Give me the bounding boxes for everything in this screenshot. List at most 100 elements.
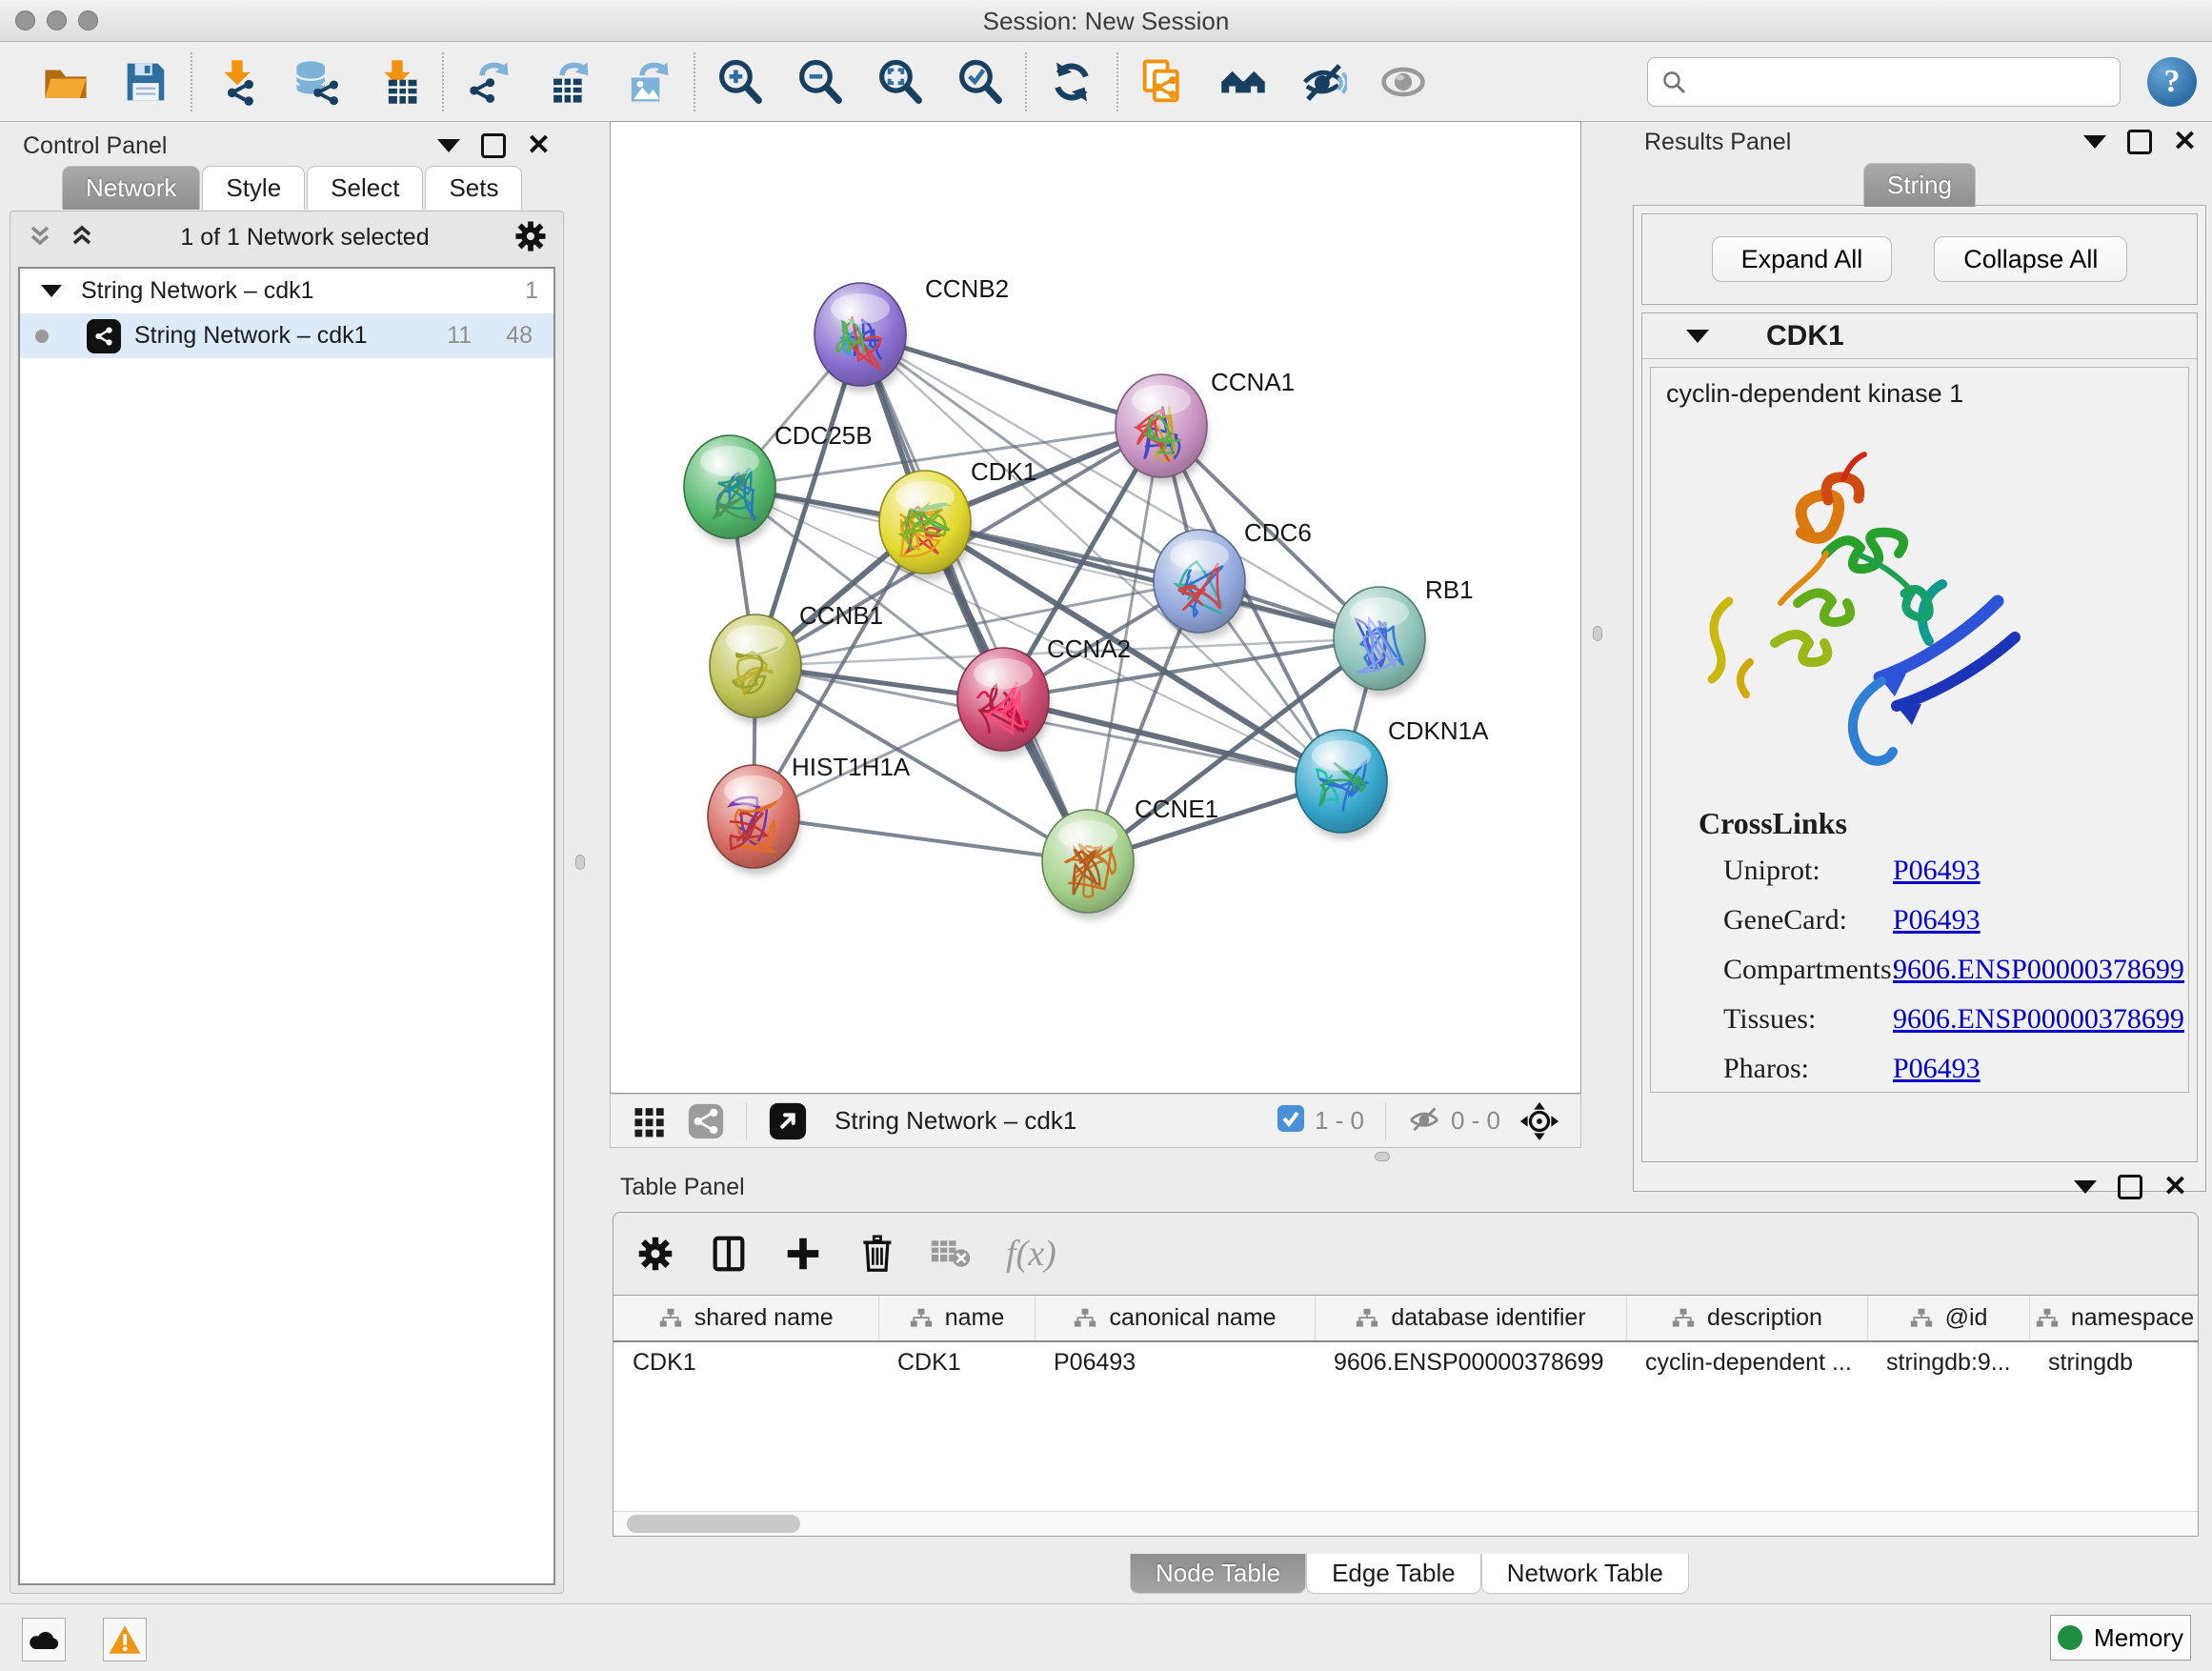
column-header-database-identifier[interactable]: database identifier <box>1315 1296 1626 1341</box>
save-session-button[interactable] <box>118 52 173 111</box>
right-splitter-handle[interactable] <box>1593 626 1602 641</box>
crosslink-link[interactable]: 9606.ENSP00000378699 <box>1893 954 2184 986</box>
network-node-HIST1H1A[interactable]: HIST1H1A <box>708 753 911 875</box>
network-node-CDC25B[interactable]: CDC25B <box>684 421 873 545</box>
table-cell[interactable]: P06493 <box>1035 1341 1315 1383</box>
table-panel-float-button[interactable] <box>2118 1175 2142 1199</box>
toolbar-group <box>1136 52 1431 111</box>
zoom-selected-button[interactable] <box>953 52 1008 111</box>
table-cell[interactable]: CDK1 <box>613 1341 878 1383</box>
network-node-CCNB2[interactable]: CCNB2 <box>814 274 1009 393</box>
cloud-status-button[interactable] <box>22 1618 66 1661</box>
create-column-button[interactable] <box>783 1234 823 1274</box>
crosslink-link[interactable]: P06493 <box>1893 855 1981 887</box>
selected-checkbox-icon[interactable] <box>1277 1104 1305 1137</box>
export-image-button[interactable] <box>621 52 676 111</box>
new-network-from-selection-button[interactable] <box>1136 52 1191 111</box>
search-box[interactable] <box>1647 57 2121 107</box>
tab-select[interactable]: Select <box>307 166 423 210</box>
network-view-mode-button[interactable] <box>677 1102 734 1140</box>
column-header-description[interactable]: description <box>1626 1296 1867 1341</box>
grid-view-button[interactable] <box>622 1103 677 1139</box>
table-panel-close-button[interactable]: ✕ <box>2163 1173 2187 1201</box>
column-header-canonical-name[interactable]: canonical name <box>1035 1296 1315 1341</box>
table-cell[interactable]: stringdb:9... <box>1867 1341 2029 1383</box>
results-panel-close-button[interactable]: ✕ <box>2173 128 2197 156</box>
crosslink-link[interactable]: P06493 <box>1893 1053 1981 1085</box>
expand-all-networks-button[interactable] <box>68 222 96 253</box>
control-panel-close-button[interactable]: ✕ <box>527 131 551 160</box>
table-cell[interactable]: cyclin-dependent ... <box>1626 1341 1867 1383</box>
import-network-from-database-button[interactable] <box>290 52 345 111</box>
table-settings-gear-button[interactable] <box>636 1235 674 1273</box>
refresh-view-button[interactable] <box>1044 52 1099 111</box>
tab-sets[interactable]: Sets <box>425 166 522 210</box>
control-panel-menu-button[interactable] <box>437 134 460 157</box>
fit-selected-crosshair-button[interactable] <box>1510 1101 1569 1141</box>
table-row[interactable]: CDK1CDK1P064939606.ENSP00000378699cyclin… <box>613 1341 2198 1383</box>
control-panel-float-button[interactable] <box>481 133 506 158</box>
results-panel-float-button[interactable] <box>2127 130 2152 154</box>
zoom-in-button[interactable] <box>713 52 768 111</box>
birds-eye-view-button[interactable] <box>758 1101 817 1141</box>
results-panel-menu-button[interactable] <box>2083 131 2106 153</box>
table-cell[interactable]: stringdb <box>2029 1341 2198 1383</box>
network-edges[interactable] <box>730 334 1379 861</box>
column-type-icon <box>2035 1307 2060 1330</box>
tab-network-table[interactable]: Network Table <box>1481 1554 1689 1594</box>
collapse-all-networks-button[interactable] <box>26 222 54 253</box>
toolbar-group <box>461 52 676 111</box>
network-row[interactable]: String Network – cdk1 11 48 <box>20 313 553 358</box>
network-node-CDC6[interactable]: CDC6 <box>1154 518 1312 639</box>
expand-all-button[interactable]: Expand All <box>1712 236 1893 282</box>
crosslink-link[interactable]: P06493 <box>1893 904 1981 936</box>
show-all-button[interactable] <box>1376 52 1431 111</box>
help-button[interactable]: ? <box>2147 57 2197 107</box>
gene-section-header[interactable]: CDK1 <box>1642 313 2197 359</box>
tab-style[interactable]: Style <box>202 166 305 210</box>
collapse-all-button[interactable]: Collapse All <box>1934 236 2127 282</box>
network-collection-row[interactable]: String Network – cdk1 1 <box>20 269 553 313</box>
gene-collapse-icon[interactable] <box>1686 330 1709 343</box>
tab-network[interactable]: Network <box>62 166 200 210</box>
show-columns-button[interactable] <box>709 1234 749 1274</box>
open-session-button[interactable] <box>38 52 93 111</box>
table-horizontal-scrollbar[interactable] <box>613 1511 2198 1536</box>
table-panel-menu-button[interactable] <box>2074 1176 2097 1198</box>
network-node-RB1[interactable]: RB1 <box>1334 575 1474 696</box>
network-options-gear-button[interactable] <box>513 219 548 256</box>
export-table-button[interactable] <box>541 52 596 111</box>
tab-node-table[interactable]: Node Table <box>1130 1554 1306 1594</box>
import-network-from-file-button[interactable] <box>210 52 265 111</box>
column-header-namespace[interactable]: namespace <box>2029 1296 2198 1341</box>
warning-status-button[interactable] <box>103 1618 147 1661</box>
scrollbar-thumb[interactable] <box>627 1515 800 1533</box>
tab-edge-table[interactable]: Edge Table <box>1306 1554 1481 1594</box>
crosslink-link[interactable]: 9606.ENSP00000378699 <box>1893 1003 2184 1036</box>
left-splitter-handle[interactable] <box>575 855 585 870</box>
column-header--id[interactable]: @id <box>1867 1296 2029 1341</box>
table-cell[interactable]: CDK1 <box>878 1341 1035 1383</box>
import-table-from-file-button[interactable] <box>370 52 425 111</box>
first-neighbors-button[interactable] <box>1216 52 1271 111</box>
export-network-button[interactable] <box>461 52 516 111</box>
delete-table-button[interactable] <box>930 1237 972 1271</box>
network-node-CDK1[interactable]: CDK1 <box>879 457 1036 580</box>
collection-expand-icon[interactable] <box>41 285 62 297</box>
memory-button[interactable]: Memory <box>2050 1615 2191 1661</box>
title-bar: Session: New Session <box>0 0 2212 42</box>
table-cell[interactable]: 9606.ENSP00000378699 <box>1315 1341 1626 1383</box>
function-builder-button[interactable]: f(x) <box>1006 1233 1056 1275</box>
search-input[interactable] <box>1698 69 2108 96</box>
hidden-eye-icon[interactable] <box>1407 1101 1441 1140</box>
network-node-CDKN1A[interactable]: CDKN1A <box>1296 716 1489 839</box>
tab-string-results[interactable]: String <box>1863 163 1976 207</box>
column-header-shared-name[interactable]: shared name <box>613 1296 878 1341</box>
column-header-name[interactable]: name <box>878 1296 1035 1341</box>
network-canvas[interactable]: CCNB2CCNA1CDC25BCDK1CDC6RB1CCNB1CCNA2CDK… <box>611 122 1580 1093</box>
zoom-fit-content-button[interactable] <box>873 52 928 111</box>
zoom-out-button[interactable] <box>793 52 848 111</box>
node-label-CCNE1: CCNE1 <box>1135 795 1218 823</box>
hide-selected-button[interactable] <box>1296 52 1351 111</box>
delete-column-button[interactable] <box>857 1234 895 1274</box>
